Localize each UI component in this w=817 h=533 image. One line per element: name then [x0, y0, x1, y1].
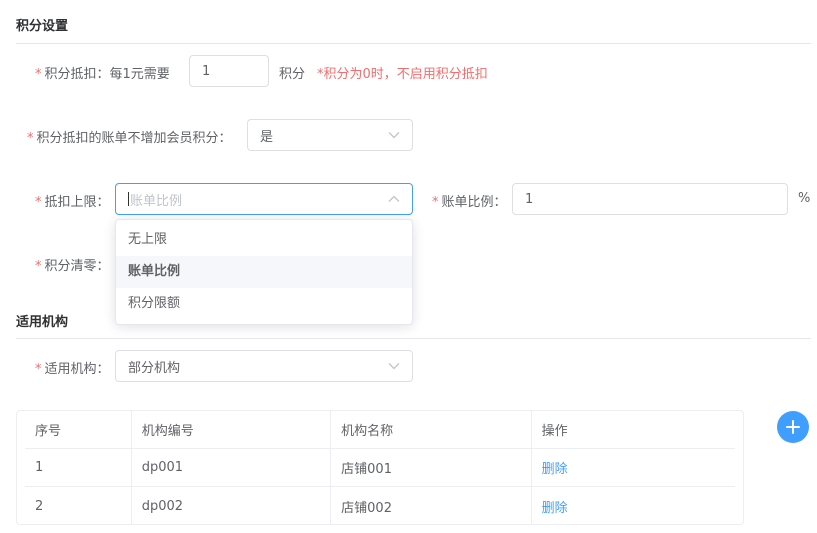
delete-link[interactable]: 删除: [542, 497, 568, 516]
points-deduct-label: * 积分抵扣：每1元需要: [35, 63, 170, 82]
chevron-down-icon: [388, 132, 400, 139]
cell-action: 删除: [532, 487, 735, 525]
bill-ratio-value: 1: [525, 191, 534, 207]
cell-index: 2: [25, 487, 132, 525]
no-member-points-value: 是: [260, 129, 274, 145]
section-title-applicable-org: 适用机构: [16, 315, 69, 330]
required-mark: *: [27, 131, 34, 146]
delete-link[interactable]: 删除: [542, 458, 568, 477]
required-mark: *: [432, 195, 439, 210]
header-name: 机构名称: [331, 411, 532, 448]
no-member-points-select[interactable]: 是: [247, 119, 413, 151]
cell-code: dp001: [132, 449, 332, 486]
cell-name: 店铺001: [331, 449, 532, 486]
percent-suffix: %: [798, 191, 811, 206]
deduct-limit-select[interactable]: 账单比例: [115, 183, 413, 215]
section-divider: [16, 338, 811, 339]
no-member-points-label: * 积分抵扣的账单不增加会员积分：: [27, 127, 232, 146]
plus-icon: [786, 420, 800, 434]
dropdown-option-bill-ratio[interactable]: 账单比例: [116, 256, 412, 288]
bill-ratio-input[interactable]: 1: [512, 183, 788, 215]
table-row: 2 dp002 店铺002 删除: [25, 487, 735, 525]
table-header-row: 序号 机构编号 机构名称 操作: [25, 411, 735, 449]
section-title-points-settings: 积分设置: [16, 19, 69, 34]
cell-name: 店铺002: [331, 487, 532, 525]
points-deduct-prefix: 每1元需要: [109, 67, 170, 82]
dropdown-option-no-limit[interactable]: 无上限: [116, 224, 412, 256]
cell-index: 1: [25, 449, 132, 486]
org-label: * 适用机构：: [35, 358, 110, 377]
dropdown-option-points-limit[interactable]: 积分限额: [116, 288, 412, 320]
points-per-yuan-value: 1: [202, 63, 211, 79]
chevron-up-icon: [388, 195, 400, 202]
add-org-button[interactable]: [777, 411, 809, 443]
chevron-down-icon: [388, 363, 400, 370]
text-caret: [128, 192, 129, 206]
points-unit: 积分: [279, 67, 306, 82]
points-clear-label: * 积分清零：: [35, 255, 110, 274]
required-mark: *: [35, 67, 42, 82]
org-table: 序号 机构编号 机构名称 操作 1 dp001 店铺001 删除 2 dp002…: [16, 410, 744, 525]
required-mark: *: [35, 362, 42, 377]
org-select[interactable]: 部分机构: [115, 350, 413, 382]
cell-action: 删除: [532, 449, 735, 486]
table-row: 1 dp001 店铺001 删除: [25, 449, 735, 487]
points-per-yuan-input[interactable]: 1: [189, 55, 269, 87]
header-code: 机构编号: [132, 411, 332, 448]
header-index: 序号: [25, 411, 132, 448]
bill-ratio-label-text: 账单比例：: [441, 195, 507, 210]
deduct-limit-dropdown: 无上限 账单比例 积分限额: [115, 219, 413, 325]
org-value: 部分机构: [128, 360, 181, 376]
deduct-limit-label-text: 抵扣上限：: [44, 195, 110, 210]
required-mark: *: [35, 259, 42, 274]
header-action: 操作: [541, 424, 568, 439]
cell-code: dp002: [132, 487, 332, 525]
section-divider: [16, 43, 811, 44]
required-mark: *: [35, 195, 42, 210]
deduct-limit-placeholder: 账单比例: [130, 193, 183, 209]
points-zero-hint: *积分为0时，不启用积分抵扣: [317, 67, 488, 82]
org-label-text: 适用机构：: [44, 362, 110, 377]
no-member-points-label-text: 积分抵扣的账单不增加会员积分：: [36, 131, 232, 146]
points-clear-label-text: 积分清零：: [44, 259, 110, 274]
deduct-limit-label: * 抵扣上限：: [35, 191, 110, 210]
bill-ratio-label: * 账单比例：: [432, 191, 507, 210]
points-deduct-label-text: 积分抵扣：: [44, 67, 110, 82]
